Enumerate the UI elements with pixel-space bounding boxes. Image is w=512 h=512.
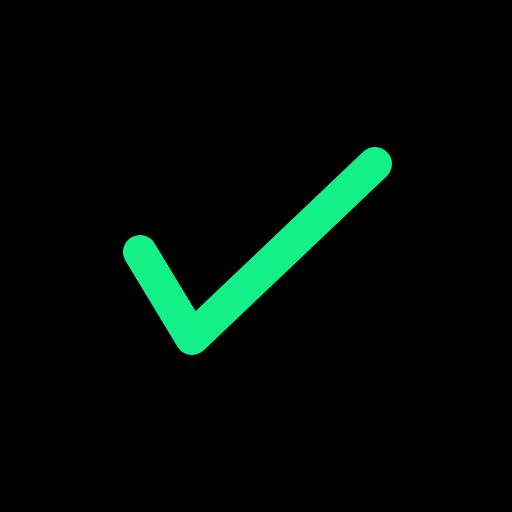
checkmark-stroke bbox=[123, 147, 392, 355]
checkmark-icon bbox=[123, 147, 392, 355]
checkmark-screen bbox=[0, 0, 512, 512]
